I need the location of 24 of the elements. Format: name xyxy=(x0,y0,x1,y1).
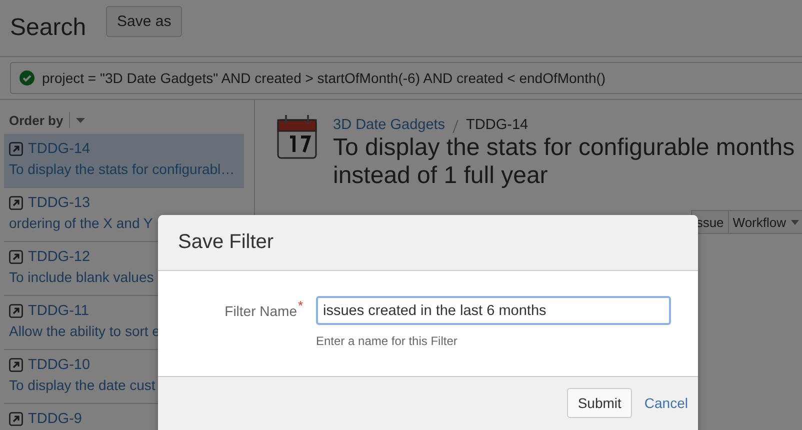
issue-row[interactable]: TDDG-14 To display the stats for configurabl… xyxy=(4,134,244,188)
field-hint: Enter a name for this Filter xyxy=(316,334,458,348)
filter-name-field[interactable]: issues created in the last 6 months xyxy=(316,296,671,325)
toolbar-button[interactable]: Workflow xyxy=(728,210,802,234)
issue-key-link[interactable]: TDDG-11 xyxy=(28,302,89,318)
issue-key-link[interactable]: TDDG-9 xyxy=(28,410,82,426)
cancel-link[interactable]: Cancel xyxy=(644,395,688,411)
query-field[interactable]: project = "3D Date Gadgets" AND created > startOfMonth(-6) AND created < endOfMonth() xyxy=(10,62,802,94)
issue-key-link[interactable]: TDDG-12 xyxy=(28,248,90,264)
order-by-label[interactable]: Order by xyxy=(9,112,64,128)
caret-icon[interactable] xyxy=(76,118,86,122)
submit-button[interactable]: Submit xyxy=(566,388,632,418)
issue-summary[interactable]: To display the stats for configurabl… xyxy=(9,161,239,177)
issue-key-link[interactable]: TDDG-13 xyxy=(28,194,90,210)
project-link[interactable]: 3D Date Gadgets xyxy=(333,117,446,133)
save-as-button[interactable]: Save as xyxy=(106,6,182,36)
calendar-icon xyxy=(276,114,320,160)
issue-key-link[interactable]: TDDG-14 xyxy=(28,140,90,156)
caret-icon xyxy=(791,220,799,224)
issue-key-link[interactable]: TDDG-14 xyxy=(466,117,528,133)
required-mark: * xyxy=(298,298,304,315)
issue-title: To display the stats for configurable months instead of 1 full year xyxy=(333,134,796,190)
issue-key-link[interactable]: TDDG-10 xyxy=(28,356,90,372)
page-title: Search xyxy=(10,14,86,42)
